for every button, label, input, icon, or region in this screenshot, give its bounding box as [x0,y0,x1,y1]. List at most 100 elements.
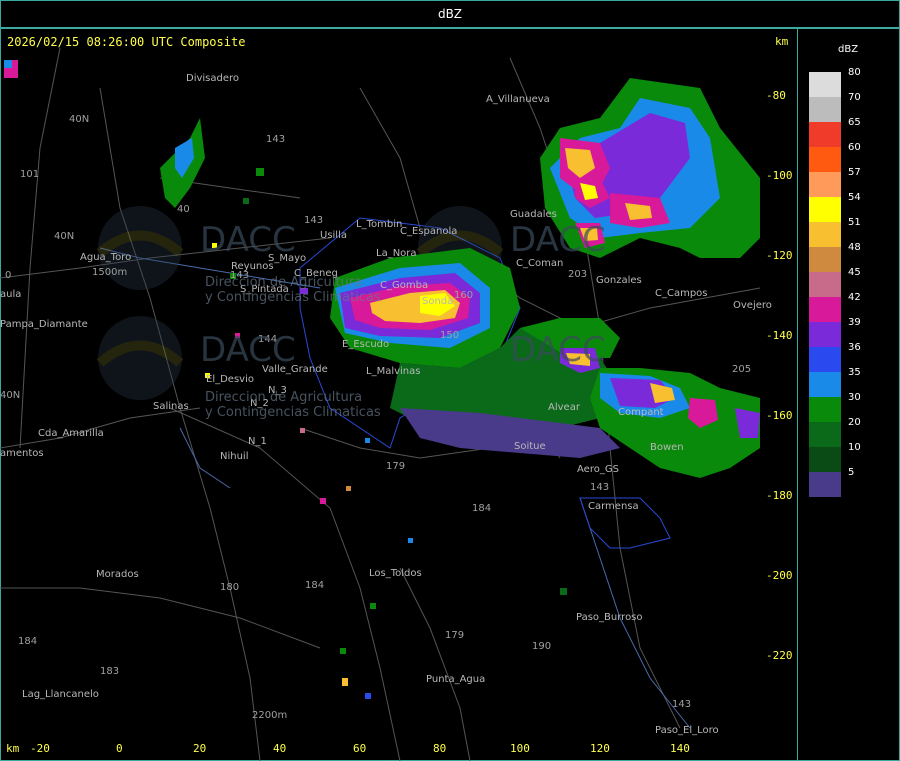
route-number: 101 [20,169,40,180]
legend-label: 51 [848,217,861,228]
route-number: 40N [54,231,75,242]
route-number: 179 [386,461,406,472]
legend-swatch [809,272,841,297]
km-unit-top: km [775,35,789,48]
legend-unit: dBZ [838,44,859,55]
x-tick: 120 [590,742,610,755]
legend-swatch [809,447,841,472]
legend-swatch [809,472,841,497]
x-tick: 100 [510,742,530,755]
x-tick: 140 [670,742,690,755]
route-number: 179 [445,630,465,641]
legend-label: 54 [848,192,861,203]
watermark-line1: Direccion de Agricultura [205,390,363,405]
legend-label: 57 [848,167,861,178]
watermark-line1: Direccion de Agricultura [205,275,363,290]
place-label: Bowen [650,442,684,453]
legend-colorbar [809,72,841,497]
place-label: L_Tombin [356,219,403,230]
place-label: Alvear [548,402,580,413]
legend-label: 30 [848,392,861,403]
watermark-line2: y Contingencias Climaticas [205,405,381,420]
watermark-line2: y Contingencias Climaticas [205,290,381,305]
legend-swatch [809,322,841,347]
place-label: Agua_Toro [80,252,132,263]
place-label: Salinas [153,401,189,412]
legend-swatch [809,372,841,397]
place-label: Lag_Llancanelo [22,689,99,700]
legend-swatch [809,222,841,247]
elevation-label: 1500m [92,267,128,278]
place-label: La_Nora [376,248,417,259]
place-label: Pampa_Diamante [0,319,88,330]
place-label: Los_Toldos [369,568,422,579]
legend-swatch [809,197,841,222]
place-label: amentos [0,448,44,459]
y-tick: -120 [766,249,793,262]
place-label: Paso_El_Loro [655,725,719,736]
y-tick: -160 [766,409,793,422]
x-tick: 80 [433,742,447,755]
place-label: Cda_Amarilla [38,428,104,439]
y-tick: -140 [766,329,793,342]
legend-label: 70 [848,92,861,103]
title-unit: dBZ [437,7,463,21]
route-number: 184 [18,636,38,647]
legend-swatch [809,122,841,147]
y-tick: -100 [766,169,793,182]
legend-swatch [809,397,841,422]
place-label: Soitue [514,441,546,452]
place-label: C_Campos [655,288,708,299]
radar-map[interactable] [0,28,798,761]
place-label: Morados [96,569,139,580]
legend-label: 48 [848,242,861,253]
place-label: C_Gomba [380,280,429,291]
y-tick: -80 [766,89,786,102]
legend-label: 39 [848,317,861,328]
legend-label: 10 [848,442,861,453]
route-number: 180 [220,582,240,593]
legend-label: 60 [848,142,861,153]
watermark-logo: DACC [200,220,296,260]
place-label: Punta_Agua [426,674,486,685]
place-label: Gonzales [596,275,642,286]
x-tick: -20 [30,742,50,755]
place-label: Carmensa [588,501,639,512]
km-unit-bottom: km [6,742,20,755]
legend-swatch [809,97,841,122]
route-number: 40N [0,390,21,401]
route-number: 160 [454,290,474,301]
route-number: 143 [590,482,610,493]
place-label: A_Villanueva [486,94,550,105]
timestamp: 2026/02/15 08:26:00 UTC Composite [7,35,246,49]
place-label: C_Espanola [400,226,458,237]
place-label: Nihuil [220,451,249,462]
x-tick: 40 [273,742,287,755]
place-label: Paso_Burroso [576,612,643,623]
route-number: 184 [472,503,492,514]
legend-swatch [809,422,841,447]
legend-label: 45 [848,267,861,278]
legend-label: 5 [848,467,855,478]
y-tick: -180 [766,489,793,502]
legend-label: 42 [848,292,861,303]
route-number: 190 [532,641,552,652]
place-label: E_Escudo [342,339,390,350]
legend-label: 35 [848,367,861,378]
place-label: Divisadero [186,73,240,84]
legend-swatch [809,247,841,272]
route-number: 150 [440,330,460,341]
legend-label: 80 [848,67,861,78]
legend-swatch [809,72,841,97]
place-label: Sonda [422,296,454,307]
elevation-label: 2200m [252,710,288,721]
watermark-logo: DACC [510,220,606,260]
route-number: 0 [5,270,12,281]
route-number: 205 [732,364,752,375]
place-label: Guadales [510,209,557,220]
legend-swatch [809,347,841,372]
route-number: 40N [69,114,90,125]
legend-swatch [809,147,841,172]
watermark-logo: DACC [510,330,606,370]
place-label: Usilla [320,230,347,241]
